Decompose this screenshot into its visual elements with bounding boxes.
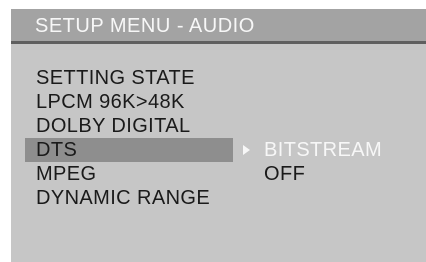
menu-item-dynamic-range[interactable]: DYNAMIC RANGE bbox=[11, 186, 426, 210]
menu-item-label: MPEG bbox=[36, 163, 97, 185]
menu-item-label: LPCM 96K>48K bbox=[36, 91, 185, 113]
menu-item-lpcm[interactable]: LPCM 96K>48K bbox=[11, 90, 426, 114]
menu-item-label: DYNAMIC RANGE bbox=[36, 187, 211, 209]
menu-item-mpeg[interactable]: MPEG OFF bbox=[11, 162, 426, 186]
setup-menu-screen: SETUP MENU - AUDIO SETTING STATE LPCM 96… bbox=[11, 9, 426, 262]
menu-item-label: DTS bbox=[36, 139, 78, 161]
menu-item-dts[interactable]: DTS BITSTREAM bbox=[11, 138, 426, 162]
page-title: SETUP MENU - AUDIO bbox=[35, 15, 255, 37]
mpeg-option-value[interactable]: OFF bbox=[264, 162, 305, 186]
dts-option-value[interactable]: BITSTREAM bbox=[264, 138, 382, 162]
menu-item-dolby-digital[interactable]: DOLBY DIGITAL bbox=[11, 114, 426, 138]
triangle-right-icon bbox=[243, 145, 250, 155]
title-divider bbox=[11, 41, 426, 44]
menu-item-setting-state[interactable]: SETTING STATE bbox=[11, 66, 426, 90]
menu-item-label: DOLBY DIGITAL bbox=[36, 115, 191, 137]
menu-item-label: SETTING STATE bbox=[36, 67, 195, 89]
title-bar: SETUP MENU - AUDIO bbox=[11, 9, 426, 41]
audio-settings-menu: SETTING STATE LPCM 96K>48K DOLBY DIGITAL… bbox=[11, 66, 426, 210]
